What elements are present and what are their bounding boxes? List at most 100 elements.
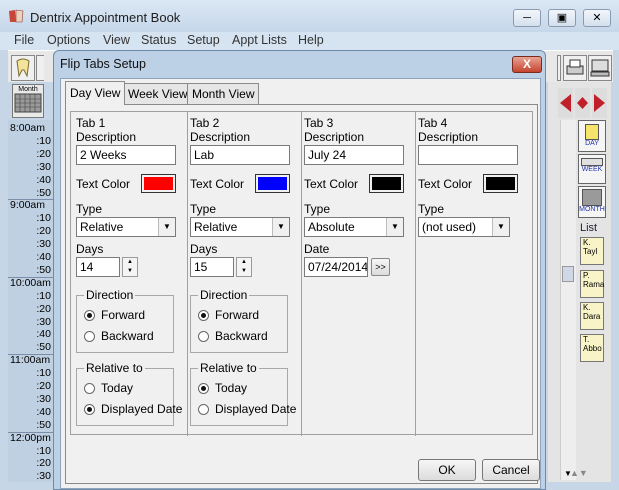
- menu-file[interactable]: File: [14, 33, 34, 47]
- tab1-relative-to-group: Relative to Today Displayed Date: [76, 361, 182, 426]
- tab3-color-fill: [372, 177, 401, 190]
- next-arrow-button[interactable]: [592, 88, 607, 118]
- dropdown-arrow-icon: ▼: [158, 218, 175, 236]
- spin-down-icon[interactable]: ▼: [237, 267, 251, 276]
- computer-toolbar-button[interactable]: [588, 55, 612, 81]
- tab2-color-swatch[interactable]: [255, 174, 290, 193]
- spin-down-icon[interactable]: ▼: [123, 267, 137, 276]
- center-dot-button[interactable]: [575, 88, 590, 118]
- appt-list-card[interactable]: P. Rama: [580, 270, 604, 298]
- menu-appt-lists[interactable]: Appt Lists: [232, 33, 287, 47]
- tab1-days-input[interactable]: 14: [76, 257, 120, 277]
- week-strip-icon: [581, 158, 603, 166]
- toolbar-button-edge[interactable]: [557, 55, 561, 81]
- tab1-color-fill: [144, 177, 173, 190]
- ok-button[interactable]: OK: [418, 459, 476, 481]
- tab4-type-select[interactable]: (not used) ▼: [418, 217, 510, 237]
- tab2-description-input[interactable]: Lab: [190, 145, 290, 165]
- day-view-side-tab[interactable]: DAY: [578, 120, 606, 152]
- tab1-color-swatch[interactable]: [141, 174, 176, 193]
- tab4-color-fill: [486, 177, 515, 190]
- tab1-direction-title: Direction: [84, 288, 136, 302]
- month-view-button[interactable]: Month: [12, 84, 44, 118]
- close-button[interactable]: ✕: [583, 9, 611, 27]
- tab-week-view[interactable]: Week View: [123, 83, 193, 104]
- appt-list-card[interactable]: T. Abbo: [580, 334, 604, 362]
- main-window-title: Dentrix Appointment Book: [30, 10, 181, 25]
- time-slot-label: :20: [36, 225, 51, 238]
- scrollbar-thumb[interactable]: [562, 266, 574, 282]
- tab1-type-select[interactable]: Relative ▼: [76, 217, 176, 237]
- time-column: Month 8:00am:10:20:30:40:50 9:00am:10:20:…: [8, 82, 56, 482]
- spin-up-icon[interactable]: ▲: [237, 258, 251, 267]
- tab2-type-select[interactable]: Relative ▼: [190, 217, 290, 237]
- tab3-color-swatch[interactable]: [369, 174, 404, 193]
- tab2-displayed-date-radio[interactable]: [198, 404, 209, 415]
- spin-up-icon[interactable]: ▲: [123, 258, 137, 267]
- tab2-direction-title: Direction: [198, 288, 250, 302]
- tab3-description-input[interactable]: July 24: [304, 145, 404, 165]
- tab1-days-spinner[interactable]: ▲ ▼: [122, 257, 138, 277]
- vertical-scrollbar[interactable]: ▼: [560, 120, 576, 480]
- dot-icon: [577, 97, 588, 109]
- tab2-relative-to-title: Relative to: [198, 361, 259, 375]
- cancel-button[interactable]: Cancel: [482, 459, 540, 481]
- time-slot-label: :40: [36, 405, 51, 418]
- time-slot-label: :30: [36, 160, 51, 173]
- tab2-days-input[interactable]: 15: [190, 257, 234, 277]
- tab1-forward-radio[interactable]: [84, 310, 95, 321]
- tab1-displayed-date-radio[interactable]: [84, 404, 95, 415]
- main-title-bar: Dentrix Appointment Book ─ ▣ ✕: [0, 0, 619, 32]
- print-toolbar-button[interactable]: [563, 55, 587, 81]
- week-view-side-tab[interactable]: WEEK: [578, 154, 606, 184]
- tab2-today-radio[interactable]: [198, 383, 209, 394]
- tab4-type-value: (not used): [422, 220, 477, 234]
- maximize-button[interactable]: ▣: [548, 9, 576, 27]
- tab2-days-label: Days: [190, 242, 218, 256]
- menu-help[interactable]: Help: [298, 33, 324, 47]
- tab1-description-label: Description: [76, 130, 137, 144]
- tab-day-view[interactable]: Day View: [65, 81, 126, 105]
- tab2-backward-radio[interactable]: [198, 331, 209, 342]
- dialog-close-button[interactable]: X: [512, 56, 542, 73]
- time-slot-label: 12:00pm: [10, 431, 51, 444]
- dialog-title: Flip Tabs Setup: [60, 57, 146, 71]
- arrow-left-icon: [560, 94, 571, 112]
- tab2-type-value: Relative: [194, 220, 238, 234]
- tab-month-view[interactable]: Month View: [187, 83, 260, 104]
- time-slot-label: 11:00am: [10, 354, 51, 367]
- month-view-side-tab[interactable]: MONTH: [578, 186, 606, 218]
- tab3-description-label: Description: [304, 130, 365, 144]
- tab1-backward-label: Backward: [101, 329, 154, 343]
- previous-arrow-button[interactable]: [558, 88, 573, 118]
- menu-setup[interactable]: Setup: [187, 33, 220, 47]
- tooth-toolbar-button[interactable]: [11, 55, 35, 81]
- menu-options[interactable]: Options: [47, 33, 90, 47]
- time-slot-label: :50: [36, 186, 51, 199]
- minimize-button[interactable]: ─: [513, 9, 541, 27]
- menu-view[interactable]: View: [103, 33, 130, 47]
- tab1-backward-radio[interactable]: [84, 331, 95, 342]
- appt-list-card[interactable]: K. Tayl: [580, 237, 604, 265]
- tab4-color-swatch[interactable]: [483, 174, 518, 193]
- tab1-today-radio[interactable]: [84, 383, 95, 394]
- tab4-description-input[interactable]: [418, 145, 518, 165]
- week-tab-label: WEEK: [581, 166, 603, 173]
- menu-status[interactable]: Status: [141, 33, 176, 47]
- tab1-days-label: Days: [76, 242, 104, 256]
- tab3-date-input[interactable]: 07/24/2014: [304, 257, 368, 277]
- dropdown-arrow-icon: ▼: [492, 218, 509, 236]
- tab2-color-fill: [258, 177, 287, 190]
- tab1-description-input[interactable]: 2 Weeks: [76, 145, 176, 165]
- tab2-forward-radio[interactable]: [198, 310, 209, 321]
- time-slot-label: :40: [36, 328, 51, 341]
- folder-toolbar-button[interactable]: [36, 55, 44, 81]
- tab3-date-picker-button[interactable]: >>: [371, 258, 390, 276]
- minimize-icon: ─: [523, 12, 531, 24]
- appt-list-card[interactable]: K. Dara: [580, 302, 604, 330]
- list-scroll-arrows[interactable]: ▲▼: [570, 468, 588, 478]
- time-slot-label: :20: [36, 147, 51, 160]
- maximize-icon: ▣: [556, 12, 568, 24]
- tab2-days-spinner[interactable]: ▲ ▼: [236, 257, 252, 277]
- tab3-type-select[interactable]: Absolute ▼: [304, 217, 404, 237]
